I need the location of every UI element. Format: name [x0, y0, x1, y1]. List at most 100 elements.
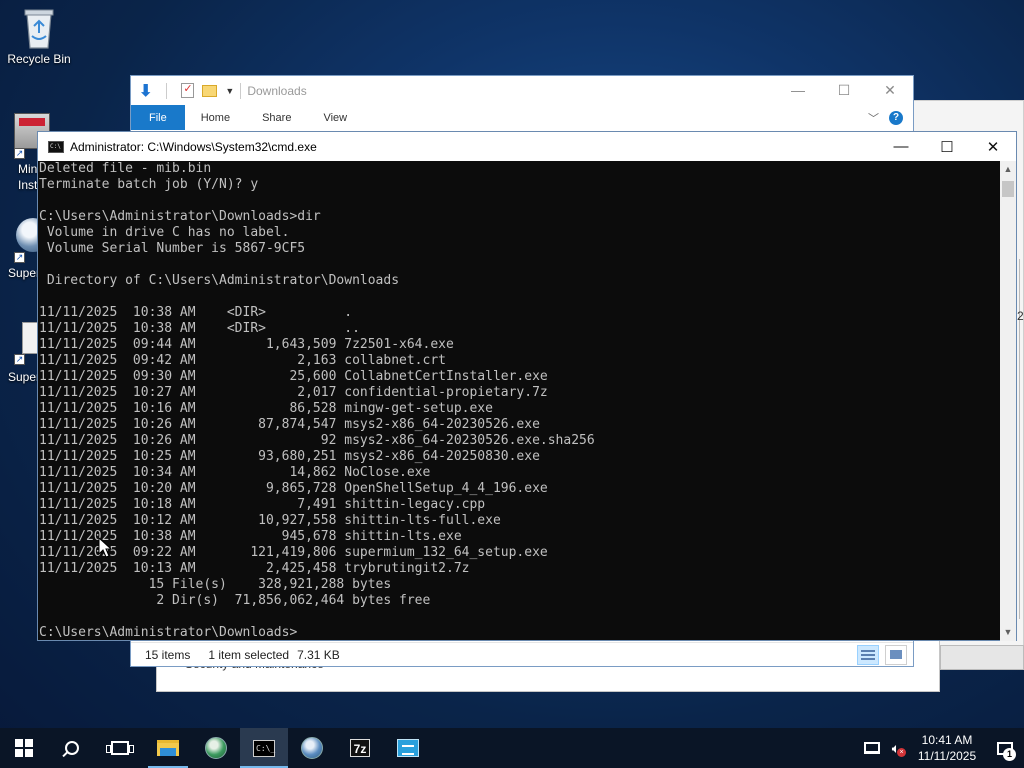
- network-button[interactable]: [860, 728, 884, 768]
- 7zip-icon: 7z: [350, 739, 370, 757]
- console-line: Directory of C:\Users\Administrator\Down…: [39, 273, 400, 288]
- search-button[interactable]: [48, 728, 96, 768]
- volume-button[interactable]: 🔈︎ ×: [884, 728, 908, 768]
- tab-home[interactable]: Home: [185, 105, 246, 130]
- quick-access-toolbar: ⬇ ▼: [139, 81, 234, 101]
- close-icon[interactable]: ✕: [867, 82, 913, 99]
- scrollbar-thumb[interactable]: [1002, 181, 1014, 197]
- console-line: 11/11/2025 10:20 AM 9,865,728 OpenShellS…: [39, 481, 548, 496]
- mouse-pointer-icon: [98, 537, 112, 558]
- console-line: Volume Serial Number is 5867-9CF5: [39, 241, 306, 256]
- console-line: C:\Users\Administrator\Downloads>: [39, 625, 298, 640]
- console-line: 11/11/2025 09:44 AM 1,643,509 7z2501-x64…: [39, 337, 454, 352]
- console-line: Terminate batch job (Y/N)? y: [39, 177, 259, 192]
- explorer-window-title: Downloads: [247, 83, 307, 98]
- cmd-app-icon[interactable]: [48, 140, 64, 153]
- console-line: 11/11/2025 10:18 AM 7,491 shittin-legacy…: [39, 497, 486, 512]
- expand-ribbon-chevron-icon[interactable]: ﹀: [868, 110, 879, 126]
- console-line: 11/11/2025 10:16 AM 86,528 mingw-get-set…: [39, 401, 493, 416]
- scroll-down-arrow-icon[interactable]: ▼: [1000, 624, 1016, 641]
- maximize-icon[interactable]: ☐: [924, 138, 970, 156]
- maximize-icon[interactable]: ☐: [821, 82, 867, 99]
- explorer-status-bar: 15 items 1 item selected 7.31 KB: [131, 642, 913, 666]
- recycle-bin-label: Recycle Bin: [7, 52, 71, 66]
- cmd-window-title: Administrator: C:\Windows\System32\cmd.e…: [70, 139, 317, 154]
- clock-date: 11/11/2025: [917, 749, 977, 763]
- supermium-file-label: Super: [8, 370, 41, 384]
- console-line: 11/11/2025 09:22 AM 121,419,806 supermiu…: [39, 545, 548, 560]
- details-view-icon: [861, 649, 875, 660]
- cmd-text: Deleted file - mib.bin Terminate batch jo…: [39, 161, 1000, 641]
- task-view-button[interactable]: [96, 728, 144, 768]
- muted-badge-icon: ×: [897, 748, 906, 757]
- tab-view[interactable]: View: [307, 105, 363, 130]
- background-window-strip: [940, 645, 1024, 670]
- cmd-scrollbar[interactable]: ▲ ▼: [1000, 161, 1016, 641]
- item-count: 15 items: [145, 647, 191, 662]
- clock[interactable]: 10:41 AM 11/11/2025: [912, 732, 982, 764]
- download-arrow-icon[interactable]: ⬇: [139, 81, 152, 101]
- console-line: 11/11/2025 10:38 AM 945,678 shittin-lts.…: [39, 529, 462, 544]
- console-line: 11/11/2025 10:27 AM 2,017 confidential-p…: [39, 385, 548, 400]
- notification-count-badge: 1: [1003, 748, 1016, 761]
- cmd-title-bar[interactable]: Administrator: C:\Windows\System32\cmd.e…: [38, 132, 1016, 161]
- system-tray: 🔈︎ × 10:41 AM 11/11/2025 1: [860, 728, 1024, 768]
- minimize-icon[interactable]: —: [878, 138, 924, 156]
- task-view-icon: [106, 741, 134, 755]
- title-separator: [240, 82, 242, 99]
- command-prompt-icon: C:\_: [253, 739, 275, 757]
- clock-time: 10:41 AM: [921, 733, 973, 747]
- close-icon[interactable]: ✕: [970, 138, 1016, 156]
- toolbar-separator: [166, 82, 168, 99]
- help-icon[interactable]: ?: [889, 110, 903, 125]
- console-line: Volume in drive C has no label.: [39, 225, 290, 240]
- taskbar-supermium-2[interactable]: [288, 728, 336, 768]
- supermium-shortcut-label: Super: [8, 266, 41, 280]
- cmd-window-controls: — ☐ ✕: [878, 138, 1016, 156]
- tab-file[interactable]: File: [131, 105, 185, 130]
- action-center-button[interactable]: 1: [986, 728, 1024, 768]
- properties-icon[interactable]: [181, 82, 195, 98]
- network-icon: [864, 742, 880, 754]
- taskbar-supermium[interactable]: [192, 728, 240, 768]
- explorer-title-bar[interactable]: ⬇ ▼ Downloads — ☐ ✕: [131, 76, 913, 105]
- browser-icon: [301, 737, 323, 759]
- background-window-text: 2: [1017, 309, 1024, 323]
- shortcut-arrow-icon: ↗: [14, 148, 25, 159]
- console-line: 11/11/2025 09:30 AM 25,600 CollabnetCert…: [39, 369, 548, 384]
- console-line: C:\Users\Administrator\Downloads>dir: [39, 209, 321, 224]
- minimize-icon[interactable]: —: [775, 82, 821, 99]
- console-line: Deleted file - mib.bin: [39, 161, 212, 176]
- start-button[interactable]: [0, 728, 48, 768]
- browser-icon: [205, 737, 227, 759]
- selection-size: 7.31 KB: [297, 647, 340, 662]
- taskbar-file-explorer[interactable]: [144, 728, 192, 768]
- file-explorer-icon: [157, 740, 179, 756]
- tab-share[interactable]: Share: [246, 105, 307, 130]
- taskbar-command-prompt[interactable]: C:\_: [240, 728, 288, 768]
- mingw-installer-label-1: Min: [18, 162, 38, 176]
- console-line: 15 File(s) 328,921,288 bytes: [39, 577, 392, 592]
- console-line: 11/11/2025 10:26 AM 92 msys2-x86_64-2023…: [39, 433, 595, 448]
- new-folder-icon[interactable]: [202, 84, 218, 97]
- console-line: 11/11/2025 09:42 AM 2,163 collabnet.crt: [39, 353, 446, 368]
- shortcut-arrow-icon: ↗: [14, 252, 25, 263]
- explorer-window-controls: — ☐ ✕: [775, 82, 913, 99]
- taskbar-7zip[interactable]: 7z: [336, 728, 384, 768]
- details-view-button[interactable]: [857, 644, 879, 665]
- cmd-console-output[interactable]: Deleted file - mib.bin Terminate batch jo…: [38, 161, 1000, 641]
- view-toggle: [857, 644, 907, 665]
- shortcut-arrow-icon: ↗: [14, 354, 25, 365]
- console-line: 11/11/2025 10:13 AM 2,425,458 trybruting…: [39, 561, 470, 576]
- trash-can-icon: [21, 6, 57, 50]
- console-line: 11/11/2025 10:38 AM <DIR> ..: [39, 321, 360, 336]
- customize-toolbar-dropdown-icon[interactable]: ▼: [225, 86, 234, 96]
- taskbar-control-panel[interactable]: [384, 728, 432, 768]
- recycle-bin-icon[interactable]: Recycle Bin: [1, 6, 77, 66]
- large-icons-view-button[interactable]: [885, 644, 907, 665]
- scroll-up-arrow-icon[interactable]: ▲: [1000, 161, 1016, 178]
- console-line: 11/11/2025 10:26 AM 87,874,547 msys2-x86…: [39, 417, 540, 432]
